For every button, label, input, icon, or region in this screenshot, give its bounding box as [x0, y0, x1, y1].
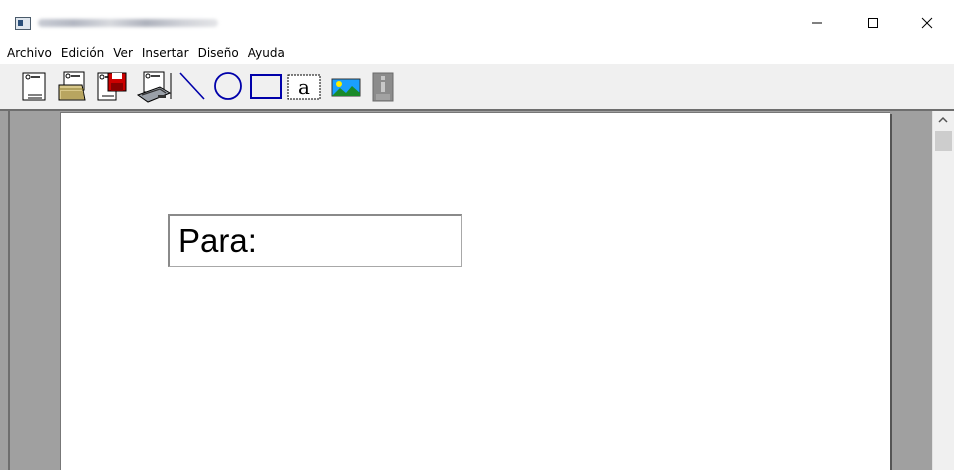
- print-button[interactable]: [136, 69, 172, 103]
- minimize-button[interactable]: [794, 8, 840, 38]
- save-button[interactable]: [96, 69, 130, 103]
- new-document-button[interactable]: [20, 69, 50, 103]
- rectangle-tool-icon: [250, 74, 282, 99]
- svg-text:a: a: [298, 75, 310, 99]
- toolbar: a: [0, 64, 954, 109]
- toolbar-separator: [170, 69, 172, 103]
- open-folder-icon: [58, 71, 86, 101]
- window-title-blurred: [38, 19, 218, 27]
- new-document-icon: [22, 72, 46, 101]
- workspace-border-left: [8, 111, 10, 470]
- app-icon[interactable]: [15, 17, 31, 30]
- image-tool-icon: [331, 78, 361, 97]
- text-tool-button[interactable]: a: [286, 69, 322, 103]
- menu-ver[interactable]: Ver: [112, 42, 139, 64]
- page-shadow: [890, 114, 892, 470]
- chevron-up-icon: [938, 116, 948, 123]
- line-tool-icon: [179, 72, 205, 100]
- menu-diseno[interactable]: Diseño: [197, 42, 245, 64]
- menu-archivo[interactable]: Archivo: [6, 42, 58, 64]
- text-tool-icon: a: [287, 74, 321, 100]
- info-button[interactable]: [370, 69, 396, 103]
- image-tool-button[interactable]: [328, 69, 364, 103]
- document-page[interactable]: [60, 112, 890, 470]
- rectangle-tool-button[interactable]: [248, 69, 284, 103]
- scrollbar-thumb[interactable]: [935, 131, 952, 151]
- menu-edicion[interactable]: Edición: [60, 42, 110, 64]
- open-button[interactable]: [56, 69, 92, 103]
- ellipse-tool-icon: [214, 72, 242, 100]
- text-box-content: Para:: [178, 222, 257, 259]
- vertical-scrollbar[interactable]: [932, 111, 954, 470]
- menu-insertar[interactable]: Insertar: [141, 42, 195, 64]
- close-icon: [921, 17, 933, 29]
- print-icon: [136, 71, 172, 103]
- close-button[interactable]: [904, 8, 950, 38]
- workspace-border-top: [0, 109, 954, 111]
- scroll-up-button[interactable]: [932, 111, 954, 129]
- line-tool-button[interactable]: [174, 69, 210, 103]
- minimize-icon: [812, 22, 822, 24]
- title-bar[interactable]: [0, 0, 954, 42]
- maximize-button[interactable]: [850, 8, 896, 38]
- ellipse-tool-button[interactable]: [210, 69, 246, 103]
- maximize-icon: [868, 18, 878, 28]
- save-disk-icon: [97, 72, 127, 101]
- menu-bar: Archivo Edición Ver Insertar Diseño Ayud…: [0, 42, 954, 64]
- info-icon: [372, 72, 394, 102]
- text-box-para[interactable]: Para:: [168, 214, 462, 267]
- menu-ayuda[interactable]: Ayuda: [247, 42, 291, 64]
